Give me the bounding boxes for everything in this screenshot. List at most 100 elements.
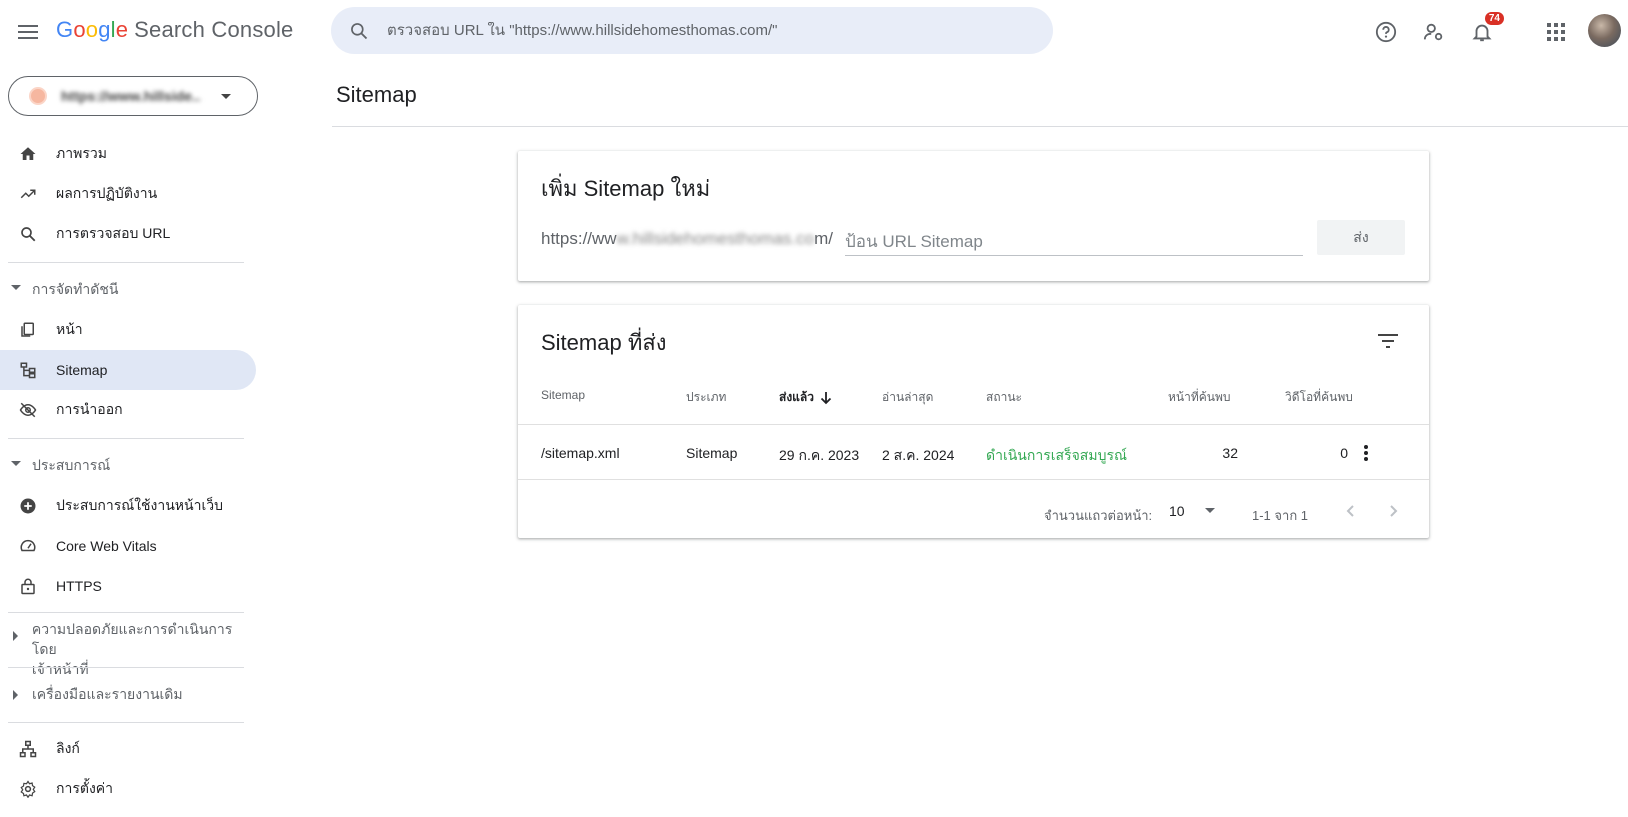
sidebar-item-core-web-vitals[interactable]: Core Web Vitals [0, 526, 256, 566]
apps-icon[interactable] [1538, 14, 1574, 50]
sidebar-item-url-inspection[interactable]: การตรวจสอบ URL [0, 214, 256, 254]
home-icon [0, 145, 56, 163]
url-inspection-search[interactable] [331, 7, 1053, 54]
cell-sitemap: /sitemap.xml [541, 445, 620, 461]
sidebar-item-removals[interactable]: การนำออก [0, 390, 256, 430]
avatar[interactable] [1588, 14, 1621, 47]
site-url-prefix: https://ww w.hillsidehomesthomas.co m/ [541, 229, 833, 249]
section-label: ความปลอดภัยและการดำเนินการโดยเจ้าหน้าที่ [32, 619, 256, 679]
previous-page-icon[interactable] [1334, 495, 1366, 527]
help-icon[interactable] [1368, 14, 1404, 50]
card-title: Sitemap ที่ส่ง [541, 330, 667, 355]
rows-per-page-select[interactable]: 10 [1169, 503, 1215, 519]
sidebar-item-sitemap[interactable]: Sitemap [0, 350, 256, 390]
links-icon [0, 740, 56, 758]
property-favicon [29, 87, 47, 105]
sidebar-item-label: ประสบการณ์ใช้งานหน้าเว็บ [56, 497, 224, 513]
sidebar-item-performance[interactable]: ผลการปฏิบัติงาน [0, 174, 256, 214]
manage-users-icon[interactable] [1416, 14, 1452, 50]
search-console-logo[interactable]: Google Search Console [56, 17, 294, 43]
sort-down-arrow-icon [820, 391, 832, 404]
notification-badge: 74 [1484, 12, 1504, 25]
logo-letter: g [98, 17, 111, 42]
notifications-icon[interactable]: 74 [1464, 12, 1504, 50]
sidebar-item-label: Core Web Vitals [56, 538, 157, 554]
lock-icon [0, 576, 56, 596]
sidebar-item-settings[interactable]: การตั้งค่า [0, 769, 256, 809]
expand-arrow-icon [0, 619, 32, 641]
logo-letter: e [115, 17, 129, 42]
search-input[interactable] [387, 22, 1007, 39]
divider [332, 126, 1628, 127]
dropdown-arrow-icon [1205, 508, 1215, 513]
sidebar-item-label: หน้า [56, 321, 83, 337]
rows-per-page-value: 10 [1169, 503, 1185, 519]
table-row[interactable]: /sitemap.xml Sitemap 29 ก.ค. 2023 2 ส.ค.… [518, 424, 1429, 480]
column-header-pages-found[interactable]: หน้าที่ค้นพบ [1168, 388, 1231, 407]
dropdown-arrow-icon [221, 93, 231, 99]
submit-button[interactable]: ส่ง [1317, 220, 1405, 255]
column-header-submitted[interactable]: ส่งแล้ว [779, 388, 832, 407]
divider [8, 612, 244, 613]
visibility-off-icon [0, 401, 56, 419]
section-label: เครื่องมือและรายงานเดิม [32, 686, 183, 702]
cell-last-read: 2 ส.ค. 2024 [882, 447, 955, 463]
column-header-type[interactable]: ประเภท [686, 388, 726, 407]
property-label: https://www.hillside... [61, 88, 201, 104]
logo-letter: G [56, 17, 74, 42]
sidebar-item-pages[interactable]: หน้า [0, 310, 256, 350]
section-label-line: ความปลอดภัยและการดำเนินการโดย [31, 621, 233, 657]
column-header-status[interactable]: สถานะ [986, 388, 1022, 407]
rows-per-page-label: จำนวนแถวต่อหน้า: [1044, 508, 1153, 523]
sidebar-item-overview[interactable]: ภาพรวม [0, 134, 256, 174]
next-page-icon[interactable] [1378, 495, 1410, 527]
card-title: เพิ่ม Sitemap ใหม่ [541, 176, 711, 201]
logo-letter: o [85, 17, 99, 42]
sidebar-item-label: การตั้งค่า [56, 780, 114, 796]
search-icon [0, 225, 56, 243]
filter-icon[interactable] [1368, 321, 1408, 361]
sidebar-item-label: HTTPS [56, 578, 102, 594]
expand-arrow-icon [0, 684, 32, 700]
section-experience-toggle[interactable]: ประสบการณ์ [0, 455, 256, 475]
more-options-icon[interactable] [1350, 437, 1382, 469]
column-header-label: ส่งแล้ว [779, 390, 815, 404]
section-indexing-toggle[interactable]: การจัดทำดัชนี [0, 279, 256, 299]
divider [8, 667, 244, 668]
add-sitemap-card: เพิ่ม Sitemap ใหม่ https://ww w.hillsideh… [518, 151, 1429, 281]
cell-type: Sitemap [686, 445, 738, 461]
column-header-videos-found[interactable]: วิดีโอที่ค้นพบ [1285, 388, 1353, 407]
sitemap-icon [0, 361, 56, 379]
speed-icon [0, 537, 56, 555]
sitemap-url-input[interactable] [845, 229, 1303, 256]
property-selector[interactable]: https://www.hillside... [8, 76, 258, 116]
column-header-last-read[interactable]: อ่านล่าสุด [882, 388, 933, 407]
sidebar-item-page-experience[interactable]: ประสบการณ์ใช้งานหน้าเว็บ [0, 486, 256, 526]
top-app-bar: Google Search Console 74 [0, 0, 1628, 64]
divider [8, 438, 244, 439]
menu-icon[interactable] [14, 18, 42, 46]
trending-up-icon [0, 185, 56, 203]
submitted-sitemaps-card: Sitemap ที่ส่ง Sitemap ประเภท ส่งแล้ว อ่… [518, 305, 1429, 538]
column-header-sitemap[interactable]: Sitemap [541, 388, 585, 402]
add-circle-icon [0, 497, 56, 515]
sidebar: https://www.hillside... ภาพรวม ผลการปฏิบ… [0, 64, 258, 817]
sidebar-item-label: การนำออก [56, 401, 123, 417]
sidebar-item-label: การตรวจสอบ URL [56, 225, 171, 241]
section-security-toggle[interactable]: ความปลอดภัยและการดำเนินการโดยเจ้าหน้าที่ [0, 619, 256, 679]
settings-icon [0, 780, 56, 798]
sidebar-item-https[interactable]: HTTPS [0, 566, 256, 606]
divider [8, 262, 244, 263]
sidebar-item-links[interactable]: ลิงก์ [0, 729, 256, 769]
section-label-line: เจ้าหน้าที่ [31, 661, 89, 677]
section-legacy-toggle[interactable]: เครื่องมือและรายงานเดิม [0, 684, 256, 704]
sidebar-item-label: Sitemap [56, 362, 108, 378]
logo-letter: o [73, 17, 86, 42]
cell-submitted: 29 ก.ค. 2023 [779, 447, 860, 463]
sidebar-item-label: ลิงก์ [56, 740, 80, 756]
pages-icon [0, 321, 56, 339]
section-label: ประสบการณ์ [32, 457, 111, 473]
product-name: Search Console [134, 17, 294, 42]
cell-videos-found: 0 [1340, 445, 1348, 461]
url-prefix-end: m/ [814, 229, 833, 248]
